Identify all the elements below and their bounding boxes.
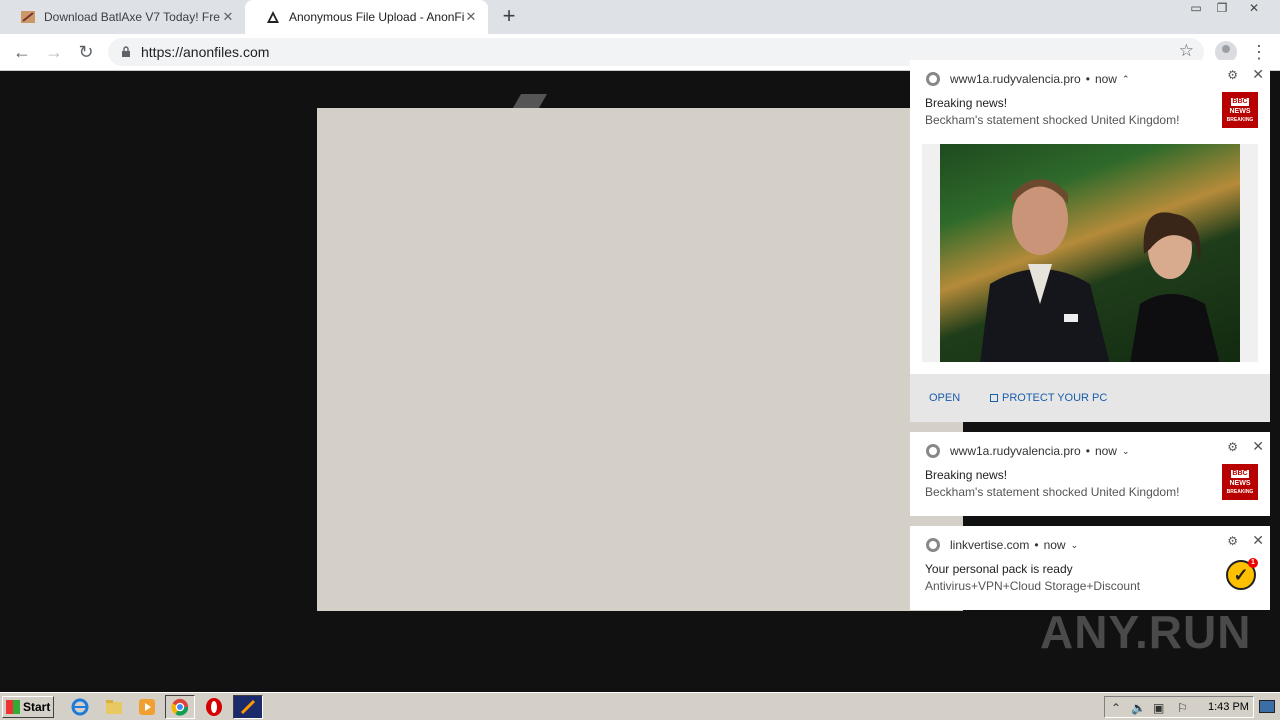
- opera-icon[interactable]: [204, 697, 224, 717]
- reload-icon[interactable]: ↻: [74, 40, 98, 64]
- back-arrow-icon[interactable]: ←: [10, 40, 34, 64]
- notification-body: Antivirus+VPN+Cloud Storage+Discount: [925, 579, 1141, 593]
- chrome-icon: [926, 72, 940, 86]
- internet-explorer-icon[interactable]: [70, 697, 90, 717]
- speaker-icon[interactable]: 🔈: [1131, 701, 1146, 715]
- close-icon[interactable]: ✕: [1252, 66, 1264, 83]
- notification-title: Breaking news!: [925, 468, 1008, 482]
- notification-actions: OPEN PROTECT YOUR PC: [910, 374, 1270, 422]
- open-button[interactable]: OPEN: [929, 392, 960, 404]
- protect-your-pc-button[interactable]: PROTECT YOUR PC: [990, 392, 1107, 404]
- close-tab-icon[interactable]: ✕: [221, 10, 235, 24]
- chrome-icon: [171, 698, 189, 716]
- notification-source: www1a.rudyvalencia.pro: [950, 444, 1081, 458]
- show-desktop-icon[interactable]: [1259, 700, 1275, 713]
- notification-header: www1a.rudyvalencia.pro • now ⌃: [926, 72, 1130, 86]
- tab-title: Download BatlAxe V7 Today! Free S: [44, 10, 220, 24]
- forward-arrow-icon[interactable]: →: [42, 40, 66, 64]
- notification-image-area: [922, 144, 1258, 362]
- chrome-icon: [926, 538, 940, 552]
- decorative-shape: [512, 94, 548, 108]
- notification-expanded[interactable]: www1a.rudyvalencia.pro • now ⌃ ⚙ ✕ Break…: [910, 60, 1270, 422]
- blank-panel: [317, 108, 963, 611]
- new-tab-button[interactable]: +: [498, 5, 520, 28]
- gear-icon[interactable]: ⚙: [1227, 440, 1238, 454]
- bbc-news-breaking-icon: BBC NEWS BREAKING: [1222, 92, 1258, 128]
- person-figure: [1130, 212, 1220, 362]
- notification-body: Beckham's statement shocked United Kingd…: [925, 485, 1180, 499]
- chevron-up-icon[interactable]: ⌃: [1122, 74, 1130, 85]
- bookmark-star-icon[interactable]: ☆: [1179, 41, 1194, 61]
- notification-time: now: [1094, 444, 1117, 458]
- notification-title: Your personal pack is ready: [925, 562, 1073, 576]
- watermark: ANY.RUN: [1040, 606, 1252, 658]
- chevron-down-icon[interactable]: ⌄: [1122, 446, 1130, 457]
- notification-title: Breaking news!: [925, 96, 1008, 110]
- url-text: https://anonfiles.com: [141, 44, 270, 60]
- network-icon[interactable]: ▣: [1153, 701, 1164, 715]
- flag-icon[interactable]: ⚐: [1177, 701, 1188, 715]
- close-icon[interactable]: ✕: [1252, 438, 1264, 455]
- chrome-taskbar-button[interactable]: [165, 695, 195, 719]
- norton-check-icon: ✓ 1: [1226, 558, 1258, 590]
- tab-title: Anonymous File Upload - AnonFiles: [289, 10, 465, 24]
- lock-icon: [122, 46, 130, 57]
- close-icon[interactable]: ✕: [1252, 532, 1264, 549]
- notification-photo: [940, 144, 1240, 362]
- bbc-news-breaking-icon: BBC NEWS BREAKING: [1222, 464, 1258, 500]
- notification-header: linkvertise.com • now ⌄: [926, 538, 1078, 552]
- notification-source: www1a.rudyvalencia.pro: [950, 72, 1081, 86]
- minimize-button[interactable]: ▭: [1184, 0, 1208, 18]
- person-figure: [980, 179, 1110, 362]
- notification-time: now: [1043, 538, 1066, 552]
- close-window-button[interactable]: ✕: [1242, 0, 1266, 18]
- start-button[interactable]: Start: [2, 696, 54, 718]
- anonfiles-favicon-icon: [267, 11, 279, 23]
- notification-collapsed[interactable]: linkvertise.com • now ⌄ ⚙ ✕ Your persona…: [910, 526, 1270, 610]
- tab-batlaxe[interactable]: Download BatlAxe V7 Today! Free S ✕: [0, 0, 245, 34]
- notification-collapsed[interactable]: www1a.rudyvalencia.pro • now ⌄ ⚙ ✕ Break…: [910, 432, 1270, 516]
- clock: 1:43 PM: [1208, 701, 1249, 713]
- windows-flag-icon: [6, 700, 20, 714]
- tab-anonfiles[interactable]: Anonymous File Upload - AnonFiles ✕: [245, 0, 488, 34]
- notification-header: www1a.rudyvalencia.pro • now ⌄: [926, 444, 1130, 458]
- media-player-icon[interactable]: [137, 697, 157, 717]
- tab-strip: Download BatlAxe V7 Today! Free S ✕ Anon…: [0, 0, 1280, 34]
- gear-icon[interactable]: ⚙: [1227, 534, 1238, 548]
- taskbar: Start ⌃ 🔈 ▣ ⚐ 1:43 PM: [0, 692, 1280, 720]
- chrome-icon: [926, 444, 940, 458]
- notification-body: Beckham's statement shocked United Kingd…: [925, 113, 1180, 127]
- folder-icon[interactable]: [104, 697, 124, 717]
- chevron-up-icon[interactable]: ⌃: [1111, 701, 1121, 715]
- restore-button[interactable]: ❐: [1210, 0, 1234, 18]
- notification-badge: 1: [1248, 558, 1258, 568]
- close-tab-icon[interactable]: ✕: [464, 10, 478, 24]
- app-icon: [240, 699, 256, 715]
- notification-time: now: [1094, 72, 1117, 86]
- app-taskbar-button[interactable]: [233, 695, 263, 719]
- batlaxe-favicon-icon: [21, 11, 35, 23]
- gear-icon[interactable]: ⚙: [1227, 68, 1238, 82]
- chevron-down-icon[interactable]: ⌄: [1071, 540, 1079, 551]
- checkbox-icon: [990, 394, 998, 402]
- notification-source: linkvertise.com: [950, 538, 1030, 552]
